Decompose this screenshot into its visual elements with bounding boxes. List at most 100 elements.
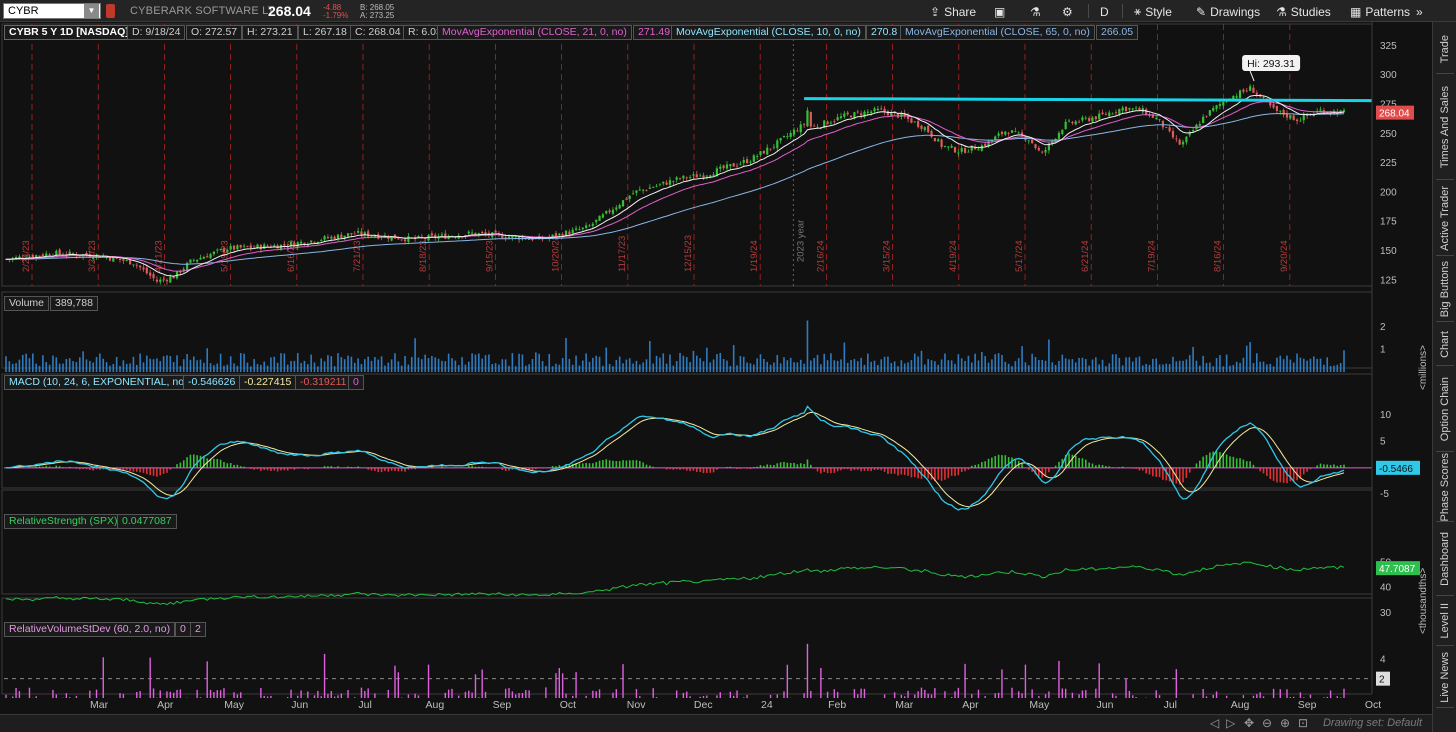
period-button[interactable]: D xyxy=(1100,3,1109,20)
rv-bar xyxy=(216,690,218,698)
zoom-fit-icon[interactable]: ⊡ xyxy=(1298,716,1308,730)
rv-bar xyxy=(367,688,369,698)
candle-body xyxy=(836,117,839,121)
volume-bar xyxy=(125,363,128,372)
price-tick-label: 300 xyxy=(1380,70,1397,81)
candle-body xyxy=(729,164,732,167)
price-panel-title: CYBR 5 Y 1D [NASDAQ] xyxy=(9,26,129,38)
candle-body xyxy=(756,156,759,158)
candle-body xyxy=(605,210,608,214)
rs-value: 0.0477087 xyxy=(122,515,172,527)
ema21-legend[interactable]: MovAvgExponential (CLOSE, 21, 0, no) xyxy=(437,25,632,40)
rv-bar xyxy=(743,697,745,698)
volume-bar xyxy=(853,359,856,372)
candle-body xyxy=(977,149,980,151)
volume-bar xyxy=(42,355,44,372)
candle-body xyxy=(58,249,61,255)
symbol-flag-icon[interactable] xyxy=(106,4,115,18)
side-tab-big-buttons[interactable]: Big Buttons xyxy=(1433,256,1456,322)
side-tab-level-ii[interactable]: Level II xyxy=(1433,596,1456,646)
side-tab-phase-scores[interactable]: Phase Scores xyxy=(1433,452,1456,522)
ema10-legend[interactable]: MovAvgExponential (CLOSE, 10, 0, no) xyxy=(671,25,866,40)
rv-bar xyxy=(1309,694,1312,698)
candle-body xyxy=(957,152,960,154)
volume-bar xyxy=(474,354,477,372)
candle-body xyxy=(152,274,155,279)
share-button[interactable]: ⇪ Share xyxy=(930,3,976,20)
volume-bar xyxy=(139,353,141,372)
flask-button[interactable]: ⚗ xyxy=(1030,3,1041,20)
zoom-out-icon[interactable]: ⊖ xyxy=(1262,716,1272,730)
volume-bar xyxy=(665,363,668,372)
camera-icon: ▣ xyxy=(994,4,1006,19)
candle-body xyxy=(769,148,772,150)
volume-bar xyxy=(1088,365,1090,372)
candle-body xyxy=(792,130,796,135)
rv-bar xyxy=(1115,695,1117,698)
date-separator-label: 4/19/24 xyxy=(948,240,959,272)
side-tab-times-and-sales[interactable]: Times And Sales xyxy=(1433,74,1456,180)
rv-bar xyxy=(347,690,349,698)
volume-bar xyxy=(317,366,319,372)
side-tab-live-news[interactable]: Live News xyxy=(1433,646,1456,708)
volume-bar xyxy=(364,359,366,372)
macd-histogram-bar xyxy=(910,467,913,478)
volume-bar xyxy=(434,357,437,372)
drawings-button[interactable]: ✎ Drawings xyxy=(1196,3,1260,20)
candle-body xyxy=(843,113,846,117)
candle-body xyxy=(310,240,313,243)
studies-button[interactable]: ⚗ Studies xyxy=(1276,3,1331,20)
rv-bar xyxy=(387,689,389,698)
ohlc-low: L: 267.18 xyxy=(298,25,352,40)
rv-bar xyxy=(1038,696,1040,698)
volume-bar xyxy=(571,364,574,372)
nav-right-icon[interactable]: ▷ xyxy=(1226,716,1235,730)
macd-histogram-bar xyxy=(1276,467,1278,483)
volume-bar xyxy=(511,353,514,372)
volume-bar xyxy=(796,362,799,372)
candle-body xyxy=(1208,110,1211,116)
volume-bar xyxy=(457,365,460,372)
volume-bar xyxy=(421,359,423,372)
rv-bar xyxy=(18,691,21,698)
rv-bar xyxy=(914,694,916,698)
volume-legend[interactable]: Volume xyxy=(4,296,50,311)
settings-button[interactable]: ⚙ xyxy=(1062,3,1073,20)
rs-legend[interactable]: RelativeStrength (SPX) xyxy=(4,514,123,529)
drawing-set-label[interactable]: Drawing set: Default xyxy=(1323,717,1422,729)
side-tab-trade[interactable]: Trade xyxy=(1433,24,1456,74)
candle-body xyxy=(1279,110,1282,112)
nav-left-icon[interactable]: ◁ xyxy=(1210,716,1219,730)
chart-area[interactable]: 2/24/233/24/234/21/235/19/236/16/237/21/… xyxy=(0,22,1432,714)
volume-bar xyxy=(494,363,497,372)
patterns-button[interactable]: ▦ Patterns xyxy=(1350,3,1410,20)
volume-bar xyxy=(1323,364,1325,372)
rv-bar xyxy=(474,674,477,698)
macd-legend[interactable]: MACD (10, 24, 6, EXPONENTIAL, no) xyxy=(4,375,193,390)
side-tab-dashboard[interactable]: Dashboard xyxy=(1433,522,1456,596)
more-button[interactable]: » xyxy=(1416,3,1423,20)
rv-bar xyxy=(1081,690,1084,698)
side-tab-active-trader[interactable]: Active Trader xyxy=(1433,180,1456,256)
month-tick-label: Apr xyxy=(962,699,979,711)
rv-legend[interactable]: RelativeVolumeStDev (60, 2.0, no) xyxy=(4,622,176,637)
symbol-dropdown-button[interactable]: ▼ xyxy=(84,4,99,18)
candle-body xyxy=(705,175,708,177)
volume-bar xyxy=(1199,365,1201,372)
side-tab-option-chain[interactable]: Option Chain xyxy=(1433,366,1456,452)
pan-icon[interactable]: ✥ xyxy=(1244,716,1254,730)
volume-bar xyxy=(897,366,899,372)
rv-bar xyxy=(1125,678,1127,698)
ema65-legend[interactable]: MovAvgExponential (CLOSE, 65, 0, no) xyxy=(900,25,1095,40)
side-tab-chart[interactable]: Chart xyxy=(1433,322,1456,366)
month-tick-label: Jul xyxy=(1164,699,1177,711)
volume-bar xyxy=(793,362,795,372)
candle-body xyxy=(115,258,118,260)
price-tick-label: 225 xyxy=(1380,158,1397,169)
style-button[interactable]: ⚹ Style xyxy=(1134,3,1172,20)
candle-body xyxy=(253,246,256,248)
candle-body xyxy=(1108,112,1111,117)
snapshot-button[interactable]: ▣ xyxy=(994,3,1005,20)
zoom-in-icon[interactable]: ⊕ xyxy=(1280,716,1290,730)
volume-bar xyxy=(209,363,212,372)
